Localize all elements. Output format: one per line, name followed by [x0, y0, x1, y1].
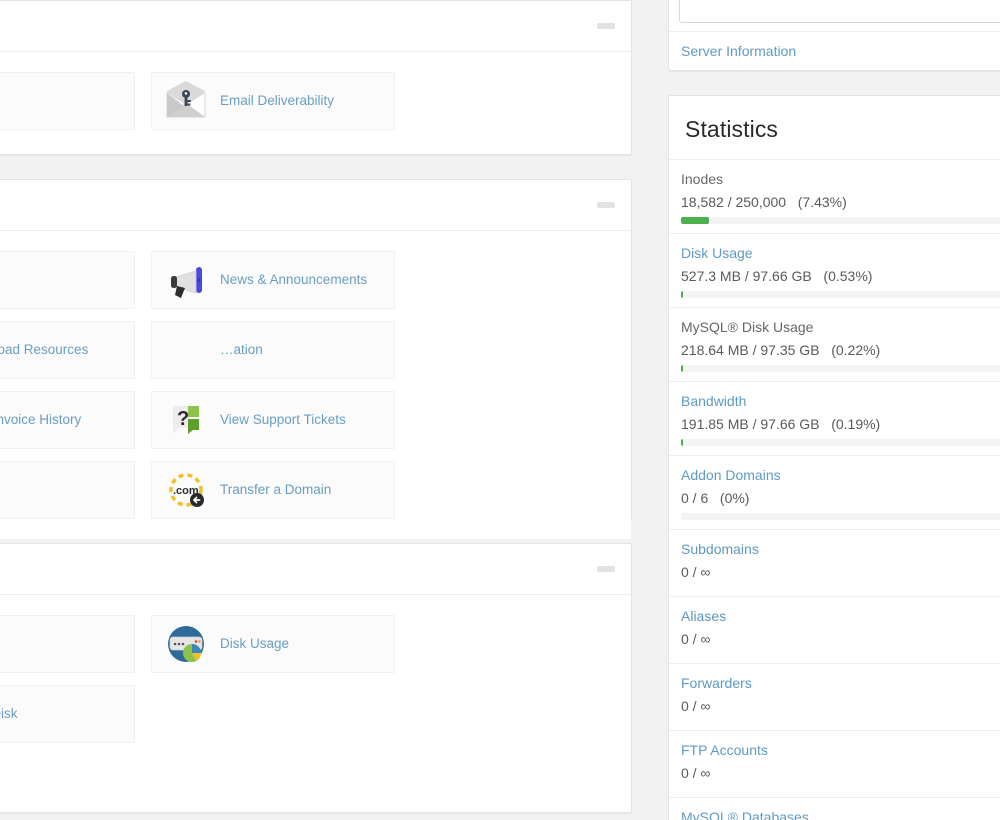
tile-partial-left[interactable]: …	[0, 72, 135, 130]
panel-body: … News & Announcements	[0, 231, 631, 539]
megaphone-icon	[162, 258, 210, 302]
panel-body: …	[0, 52, 631, 150]
statistic-item: Aliases 0 / ∞	[669, 597, 1000, 664]
panel-email: …	[0, 0, 632, 155]
svg-text:?: ?	[177, 408, 189, 430]
statistic-value: 0 / ∞	[681, 765, 711, 781]
dotcom-transfer-icon: .com	[162, 468, 210, 512]
panel-header	[0, 180, 631, 231]
statistic-item: Subdomains 0 / ∞	[669, 530, 1000, 597]
statistic-value: 0 / 6 (0%)	[681, 490, 750, 506]
statistics-header: Statistics	[669, 96, 1000, 160]
server-piechart-icon	[162, 622, 210, 666]
statistic-value: 218.64 MB / 97.35 GB (0.22%)	[681, 342, 881, 358]
panel-metrics: …	[0, 543, 632, 813]
tile-label: Download Resources	[0, 341, 89, 357]
statistic-item: Bandwidth 191.85 MB / 97.66 GB (0.19%)	[669, 382, 1000, 456]
tile-partial-left-4[interactable]: …	[0, 615, 135, 673]
statistic-progress-bar	[681, 513, 1000, 520]
statistic-label[interactable]: FTP Accounts	[681, 742, 1000, 758]
tile-disk-usage[interactable]: Disk Usage	[151, 615, 395, 673]
statistic-progress-bar	[681, 439, 1000, 446]
tile-label: Web Disk	[0, 705, 18, 721]
tile-news-announcements[interactable]: News & Announcements	[151, 251, 395, 309]
tile-label: Email Deliverability	[220, 92, 335, 108]
panel-general-information: Server Information	[668, 0, 1000, 71]
statistics-list: Inodes 18,582 / 250,000 (7.43%) Disk Usage…	[669, 160, 1000, 820]
tile-label: Transfer a Domain	[220, 481, 332, 497]
panel-body: …	[0, 595, 631, 763]
statistic-label[interactable]: Addon Domains	[681, 467, 1000, 483]
statistic-value: 0 / ∞	[681, 564, 711, 580]
collapse-toggle-icon[interactable]	[597, 566, 615, 572]
tile-transfer-a-domain[interactable]: .com Transfer a Domain	[151, 461, 395, 519]
statistic-label[interactable]: Forwarders	[681, 675, 1000, 691]
collapse-toggle-icon[interactable]	[597, 23, 615, 29]
statistic-progress-bar	[681, 217, 1000, 224]
statistic-value: 0 / ∞	[681, 698, 711, 714]
statistic-value: 18,582 / 250,000 (7.43%)	[681, 194, 847, 210]
statistic-progress-fill	[681, 291, 684, 298]
statistic-progress-fill	[681, 217, 709, 224]
question-chat-icon: ?	[162, 398, 210, 442]
panel-statistics: Statistics Inodes 18,582 / 250,000 (7.43%…	[668, 95, 1000, 820]
tile-partial-left-2[interactable]: …ation	[151, 321, 395, 379]
tile-label: Disk Usage	[220, 635, 290, 651]
statistic-value: 527.3 MB / 97.66 GB (0.53%)	[681, 268, 873, 284]
cpanel-dashboard: …	[0, 0, 1000, 820]
page-title: Statistics	[685, 116, 779, 142]
statistic-value: 191.85 MB / 97.66 GB (0.19%)	[681, 416, 881, 432]
statistic-item: Forwarders 0 / ∞	[669, 664, 1000, 731]
statistic-item: Addon Domains 0 / 6 (0%)	[669, 456, 1000, 530]
tile-view-support-tickets[interactable]: ? View Support Tickets	[151, 391, 395, 449]
panel-header	[0, 1, 631, 52]
panel-preferences-support: … News & Announcements	[0, 179, 632, 539]
tile-web-disk[interactable]: Web Disk	[0, 685, 135, 743]
cut-off-tile-icon	[162, 328, 210, 372]
statistic-item: FTP Accounts 0 / ∞	[669, 731, 1000, 798]
statistic-label: MySQL® Disk Usage	[681, 319, 814, 335]
collapse-toggle-icon[interactable]	[597, 202, 615, 208]
tile-partial-left-1[interactable]: …	[0, 251, 135, 309]
tile-label: News & Announcements	[220, 271, 368, 287]
statistic-label[interactable]: Disk Usage	[681, 245, 1000, 261]
statistic-label[interactable]: Aliases	[681, 608, 1000, 624]
tile-label: View Invoice History	[0, 411, 82, 427]
main-content-column: …	[0, 0, 632, 820]
statistic-progress-fill	[681, 439, 684, 446]
statistic-value: 0 / ∞	[681, 631, 711, 647]
panel-header	[0, 544, 631, 595]
link-server-information[interactable]: Server Information	[669, 31, 1000, 70]
statistic-label[interactable]: MySQL® Databases	[681, 809, 1000, 820]
envelope-key-icon	[162, 79, 210, 123]
statistic-label[interactable]: Subdomains	[681, 541, 1000, 557]
tile-label: …ation	[220, 341, 263, 357]
tile-label: View Support Tickets	[220, 411, 346, 427]
partial-input-field[interactable]	[679, 0, 1000, 23]
statistic-item: Inodes 18,582 / 250,000 (7.43%)	[669, 160, 1000, 234]
statistic-label: Inodes	[681, 171, 724, 187]
tile-download-resources[interactable]: Download Resources	[0, 321, 135, 379]
tile-view-invoice-history[interactable]: View Invoice History	[0, 391, 135, 449]
statistic-item: MySQL® Databases	[669, 798, 1000, 820]
statistic-progress-bar	[681, 365, 1000, 372]
statistic-item: Disk Usage 527.3 MB / 97.66 GB (0.53%)	[669, 234, 1000, 308]
tile-partial-left-3[interactable]: …ain	[0, 461, 135, 519]
statistic-item: MySQL® Disk Usage 218.64 MB / 97.35 GB (0…	[669, 308, 1000, 382]
statistics-sidebar-column: Server Information Statistics Inodes 18,5…	[668, 0, 1000, 820]
statistic-progress-fill	[681, 365, 684, 372]
statistic-label[interactable]: Bandwidth	[681, 393, 1000, 409]
tile-email-deliverability[interactable]: Email Deliverability	[151, 72, 395, 130]
statistic-progress-bar	[681, 291, 1000, 298]
